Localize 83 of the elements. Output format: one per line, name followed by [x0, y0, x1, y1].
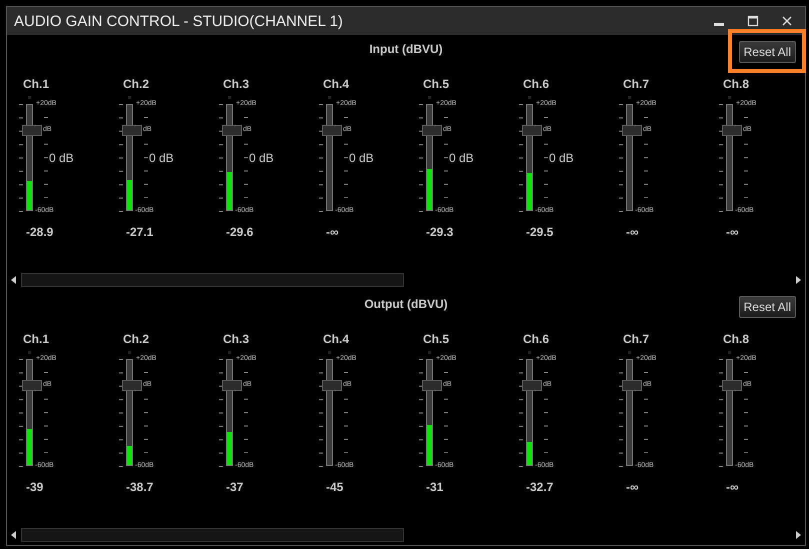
gain-value: 0 dB — [349, 151, 374, 165]
fader-handle[interactable] — [122, 125, 142, 136]
peak-indicator — [228, 351, 231, 354]
scroll-right-button[interactable] — [795, 531, 801, 539]
channel-label: Ch.2 — [122, 77, 150, 91]
level-reading: -∞ — [625, 479, 639, 495]
fader-handle[interactable] — [622, 125, 642, 136]
peak-indicator — [228, 96, 231, 99]
reset-all-button[interactable]: Reset All — [738, 41, 796, 63]
level-reading: -∞ — [725, 224, 739, 240]
scrollbar-thumb[interactable] — [21, 273, 404, 287]
channel-label: Ch.6 — [522, 77, 550, 91]
peak-indicator — [128, 96, 131, 99]
peak-indicator — [428, 351, 431, 354]
level-reading: -∞ — [725, 479, 739, 495]
reset-all-button[interactable]: Reset All — [738, 296, 796, 318]
peak-indicator — [128, 351, 131, 354]
channel-label: Ch.4 — [322, 77, 350, 91]
channel-label: Ch.5 — [422, 77, 450, 91]
fader-handle[interactable] — [522, 380, 542, 392]
peak-indicator — [728, 351, 731, 354]
channel-label: Ch.8 — [722, 332, 750, 346]
section-title: Output (dBVU) — [363, 296, 449, 312]
level-reading: -32.7 — [525, 479, 554, 495]
channel-label: Ch.3 — [222, 77, 250, 91]
fader-handle[interactable] — [522, 125, 542, 136]
channel-label: Ch.3 — [222, 332, 250, 346]
fader-handle[interactable] — [22, 380, 42, 392]
fader-handle[interactable] — [722, 380, 742, 392]
scroll-right-button[interactable] — [795, 276, 801, 284]
channel-label: Ch.7 — [622, 332, 650, 346]
channel-label: Ch.5 — [422, 332, 450, 346]
fader-handle[interactable] — [222, 380, 242, 392]
gain-value: 0 dB — [249, 151, 274, 165]
channel-label: Ch.1 — [22, 332, 50, 346]
close-icon[interactable] — [781, 15, 793, 27]
channel-label: Ch.7 — [622, 77, 650, 91]
fader-handle[interactable] — [122, 380, 142, 392]
peak-indicator — [628, 351, 631, 354]
peak-indicator — [28, 351, 31, 354]
peak-indicator — [328, 351, 331, 354]
level-reading: -29.6 — [225, 224, 254, 240]
fader-handle[interactable] — [422, 125, 442, 136]
fader-handle[interactable] — [22, 125, 42, 136]
level-reading: -∞ — [325, 224, 339, 240]
peak-indicator — [528, 96, 531, 99]
peak-indicator — [328, 96, 331, 99]
level-reading: -38.7 — [125, 479, 154, 495]
level-reading: -27.1 — [125, 224, 154, 240]
level-reading: -37 — [225, 479, 244, 495]
level-reading: -28.9 — [25, 224, 54, 240]
scrollbar-thumb[interactable] — [21, 528, 404, 542]
maximize-icon[interactable] — [747, 15, 759, 27]
channel-label: Ch.6 — [522, 332, 550, 346]
gain-value: 0 dB — [149, 151, 174, 165]
channel-label: Ch.1 — [22, 77, 50, 91]
channel-label: Ch.4 — [322, 332, 350, 346]
level-reading: -∞ — [625, 224, 639, 240]
fader-handle[interactable] — [622, 380, 642, 392]
level-reading: -39 — [25, 479, 44, 495]
channel-label: Ch.2 — [122, 332, 150, 346]
gain-value: 0 dB — [49, 151, 74, 165]
window-title: AUDIO GAIN CONTROL - STUDIO(CHANNEL 1) — [14, 12, 344, 30]
scroll-left-button[interactable] — [11, 276, 17, 284]
fader-handle[interactable] — [322, 380, 342, 392]
level-reading: -45 — [325, 479, 344, 495]
peak-indicator — [428, 96, 431, 99]
fader-handle[interactable] — [422, 380, 442, 392]
level-reading: -29.5 — [525, 224, 554, 240]
fader-handle[interactable] — [322, 125, 342, 136]
level-reading: -29.3 — [425, 224, 454, 240]
gain-value: 0 dB — [549, 151, 574, 165]
scroll-left-button[interactable] — [11, 531, 17, 539]
peak-indicator — [528, 351, 531, 354]
gain-value: 0 dB — [449, 151, 474, 165]
section-title: Input (dBVU) — [368, 41, 444, 57]
peak-indicator — [628, 96, 631, 99]
peak-indicator — [28, 96, 31, 99]
fader-handle[interactable] — [222, 125, 242, 136]
channel-label: Ch.8 — [722, 77, 750, 91]
level-reading: -31 — [425, 479, 444, 495]
peak-indicator — [728, 96, 731, 99]
fader-handle[interactable] — [722, 125, 742, 136]
